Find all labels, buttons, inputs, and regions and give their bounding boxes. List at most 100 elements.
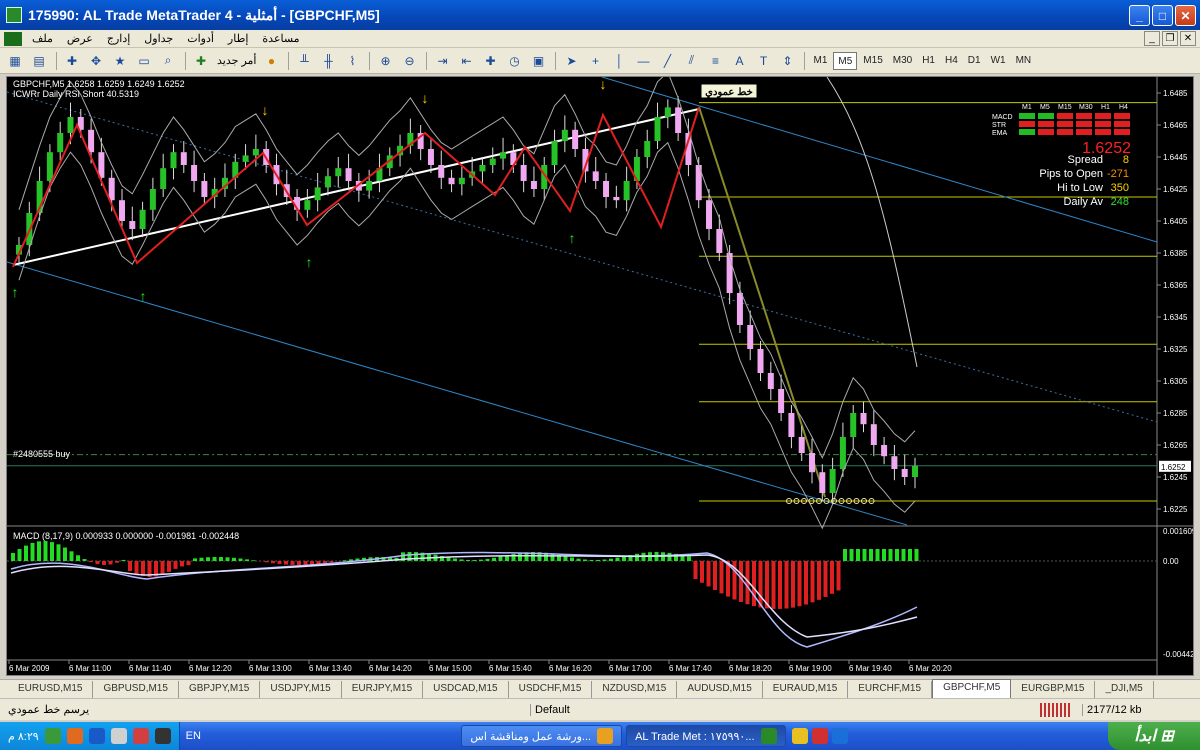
expert-advisors-icon[interactable]: ● [260,51,282,71]
macd-bar [700,561,704,583]
menu-insert[interactable]: إدارج [107,32,130,45]
chart-shift-icon[interactable]: ⇤ [455,51,477,71]
market-watch-icon[interactable]: ✚ [61,51,83,71]
tab-eurusd[interactable]: EURUSD,M15 [8,681,94,698]
down-trendline [698,106,826,498]
menu-help[interactable]: مساعدة [262,32,299,45]
menu-view[interactable]: عرض [67,32,93,45]
timeframe-h4[interactable]: H4 [941,52,962,70]
tab-eurjpy[interactable]: EURJPY,M15 [342,681,424,698]
price-tick-label: 1.6285 [1163,409,1188,418]
language-indicator[interactable]: EN [186,730,201,742]
indicators-icon[interactable]: ✚ [479,51,501,71]
tab-eurgbp[interactable]: EURGBP,M15 [1011,681,1096,698]
tray-icon[interactable] [154,728,171,744]
macd-bar [329,561,334,563]
time-tick-label: 6 Mar 17:00 [609,664,652,673]
quicklaunch-icon[interactable] [811,728,828,744]
clock[interactable]: ٨:٢٩ م [8,730,39,743]
price-tick-label: 1.6365 [1163,281,1188,290]
timeframe-m30[interactable]: M30 [889,52,916,70]
start-button[interactable]: ابدأ ⊞ [1108,722,1200,750]
candle-body [139,209,146,229]
zoom-out-icon[interactable]: ⊖ [398,51,420,71]
tab-audusd[interactable]: AUDUSD,M15 [677,681,763,698]
templates-icon[interactable]: ▣ [527,51,549,71]
tab-nzdusd[interactable]: NZDUSD,M15 [592,681,678,698]
horizontal-line-icon[interactable]: — [632,51,654,71]
menu-tools[interactable]: أدوات [187,32,214,45]
tab-gbpjpy[interactable]: GBPJPY,M15 [179,681,261,698]
line-chart-icon[interactable]: ⌇ [341,51,363,71]
periods-icon[interactable]: ◷ [503,51,525,71]
text-icon[interactable]: A [728,51,750,71]
profiles-icon[interactable]: ▤ [28,51,50,71]
tray-icon[interactable] [44,728,61,744]
fibonacci-icon[interactable]: ≡ [704,51,726,71]
tab-gbpchf[interactable]: GBPCHF,M5 [932,679,1012,698]
buy-arrow-icon: ↑ [306,254,313,270]
price-tick-label: 1.6245 [1163,473,1188,482]
macd-bar [778,561,782,609]
tab-gbpusd[interactable]: GBPUSD,M15 [93,681,179,698]
trendline-icon[interactable]: ╱ [656,51,678,71]
bar-chart-icon[interactable]: ╨ [293,51,315,71]
new-order-button[interactable]: ✚ أمر جديد [190,51,257,71]
price-chart[interactable]: ↓ ↓ ↓ ↑ ↑ ↑ ↑ 1.6485 1.6465 1.6445 1.6425 1.6405 1.6… [6,71,1197,675]
terminal-icon[interactable]: ▭ [133,51,155,71]
title-bar[interactable]: 175990: AL Trade MetaTrader 4 - أمثلية -… [0,0,1200,30]
task-browser[interactable]: ورشة عمل ومناقشة اس... [461,725,623,747]
tab-eurchf[interactable]: EURCHF,M15 [848,681,933,698]
candlestick-icon[interactable]: ╫ [317,51,339,71]
mdi-restore-button[interactable]: ❐ [1162,31,1178,46]
zoom-in-icon[interactable]: ⊕ [374,51,396,71]
minimize-button[interactable]: _ [1129,5,1150,26]
crosshair-icon[interactable]: + [584,51,606,71]
timeframe-m15[interactable]: M15 [859,52,886,70]
tab-usdcad[interactable]: USDCAD,M15 [423,681,509,698]
menu-charts[interactable]: جداول [144,32,173,45]
navigator-icon[interactable]: ★ [109,51,131,71]
browser-icon [597,728,614,744]
candle-body [891,456,898,469]
text-label-icon[interactable]: T [752,51,774,71]
arrows-icon[interactable]: ⇕ [776,51,798,71]
menu-file[interactable]: ملف [32,32,53,45]
vertical-line-icon[interactable]: │ [608,51,630,71]
data-window-icon[interactable]: ✥ [85,51,107,71]
timeframe-mn[interactable]: MN [1012,52,1036,70]
timeframe-h1[interactable]: H1 [918,52,939,70]
tab-dji[interactable]: _DJI,M5 [1095,681,1154,698]
menu-window[interactable]: إطار [228,32,248,45]
channel-icon[interactable]: ⫽ [680,51,702,71]
tray-icon[interactable] [88,728,105,744]
tester-icon[interactable]: ⌕ [157,51,179,71]
mdi-minimize-button[interactable]: _ [1144,31,1160,46]
auto-scroll-icon[interactable]: ⇥ [431,51,453,71]
macd-bar [706,561,711,587]
tray-icon[interactable] [110,728,127,744]
timeframe-w1[interactable]: W1 [987,52,1010,70]
tab-usdchf[interactable]: USDCHF,M15 [509,681,593,698]
timeframe-d1[interactable]: D1 [964,52,985,70]
tray-icon[interactable] [66,728,83,744]
chart-window-icon[interactable] [4,31,22,46]
cursor-icon[interactable]: ➤ [560,51,582,71]
maximize-button[interactable]: □ [1152,5,1173,26]
macd-bar [836,561,841,591]
close-button[interactable]: ✕ [1175,5,1196,26]
mdi-close-button[interactable]: ✕ [1180,31,1196,46]
tab-usdjpy[interactable]: USDJPY,M15 [260,681,342,698]
macd-bar [823,561,828,597]
timeframe-m1[interactable]: M1 [809,52,831,70]
tab-euraud[interactable]: EURAUD,M15 [763,681,849,698]
chart-window[interactable]: ↓ ↓ ↓ ↑ ↑ ↑ ↑ 1.6485 1.6465 1.6445 1.6425 1.6405 1.6… [6,71,1197,676]
vertical-line-label[interactable]: خط عمودي [700,83,758,99]
task-metatrader[interactable]: AL Trade Met : ١٧٥٩٩٠... [626,725,786,747]
tray-icon[interactable] [132,728,149,744]
timeframe-m5[interactable]: M5 [833,51,858,70]
quicklaunch-icon[interactable] [791,728,808,744]
macd-bar [472,559,477,561]
new-chart-icon[interactable]: ▦ [4,51,26,71]
quicklaunch-icon[interactable] [831,728,848,744]
